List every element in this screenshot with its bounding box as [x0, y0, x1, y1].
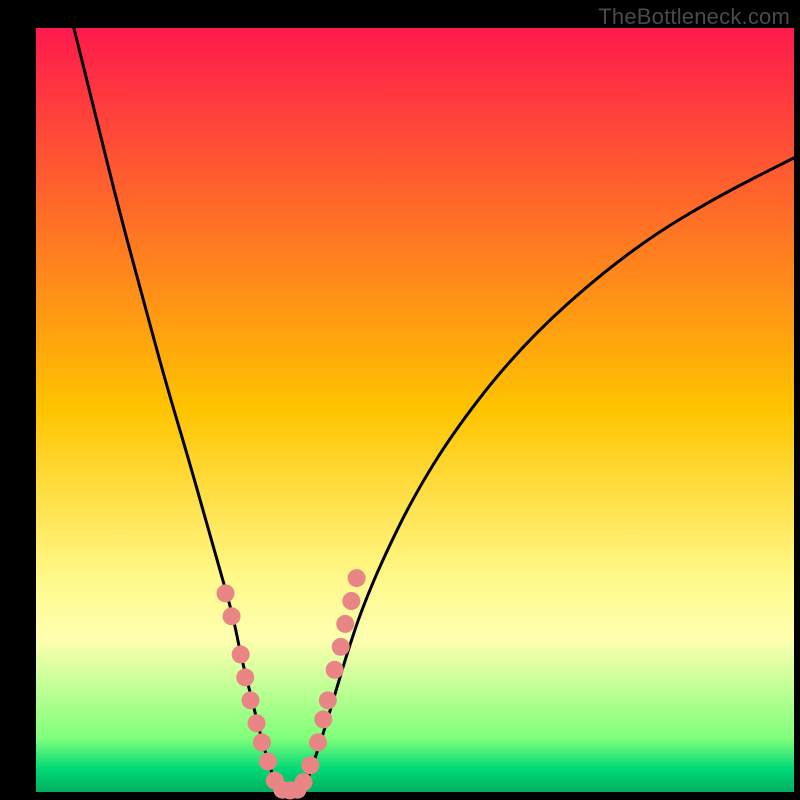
data-marker [336, 615, 354, 633]
data-marker [248, 714, 266, 732]
data-marker [217, 584, 235, 602]
chart-stage: TheBottleneck.com [0, 0, 800, 800]
data-marker [232, 645, 250, 663]
data-marker [309, 733, 327, 751]
data-marker [332, 638, 350, 656]
data-marker [314, 710, 332, 728]
data-marker [319, 691, 337, 709]
data-marker [223, 607, 241, 625]
data-marker [326, 661, 344, 679]
data-marker [236, 668, 254, 686]
bottleneck-chart [0, 0, 800, 800]
data-marker [259, 752, 277, 770]
data-marker [242, 691, 260, 709]
data-marker [295, 773, 313, 791]
plot-background [36, 28, 794, 792]
data-marker [342, 592, 360, 610]
data-marker [301, 756, 319, 774]
data-marker [348, 569, 366, 587]
data-marker [253, 733, 271, 751]
